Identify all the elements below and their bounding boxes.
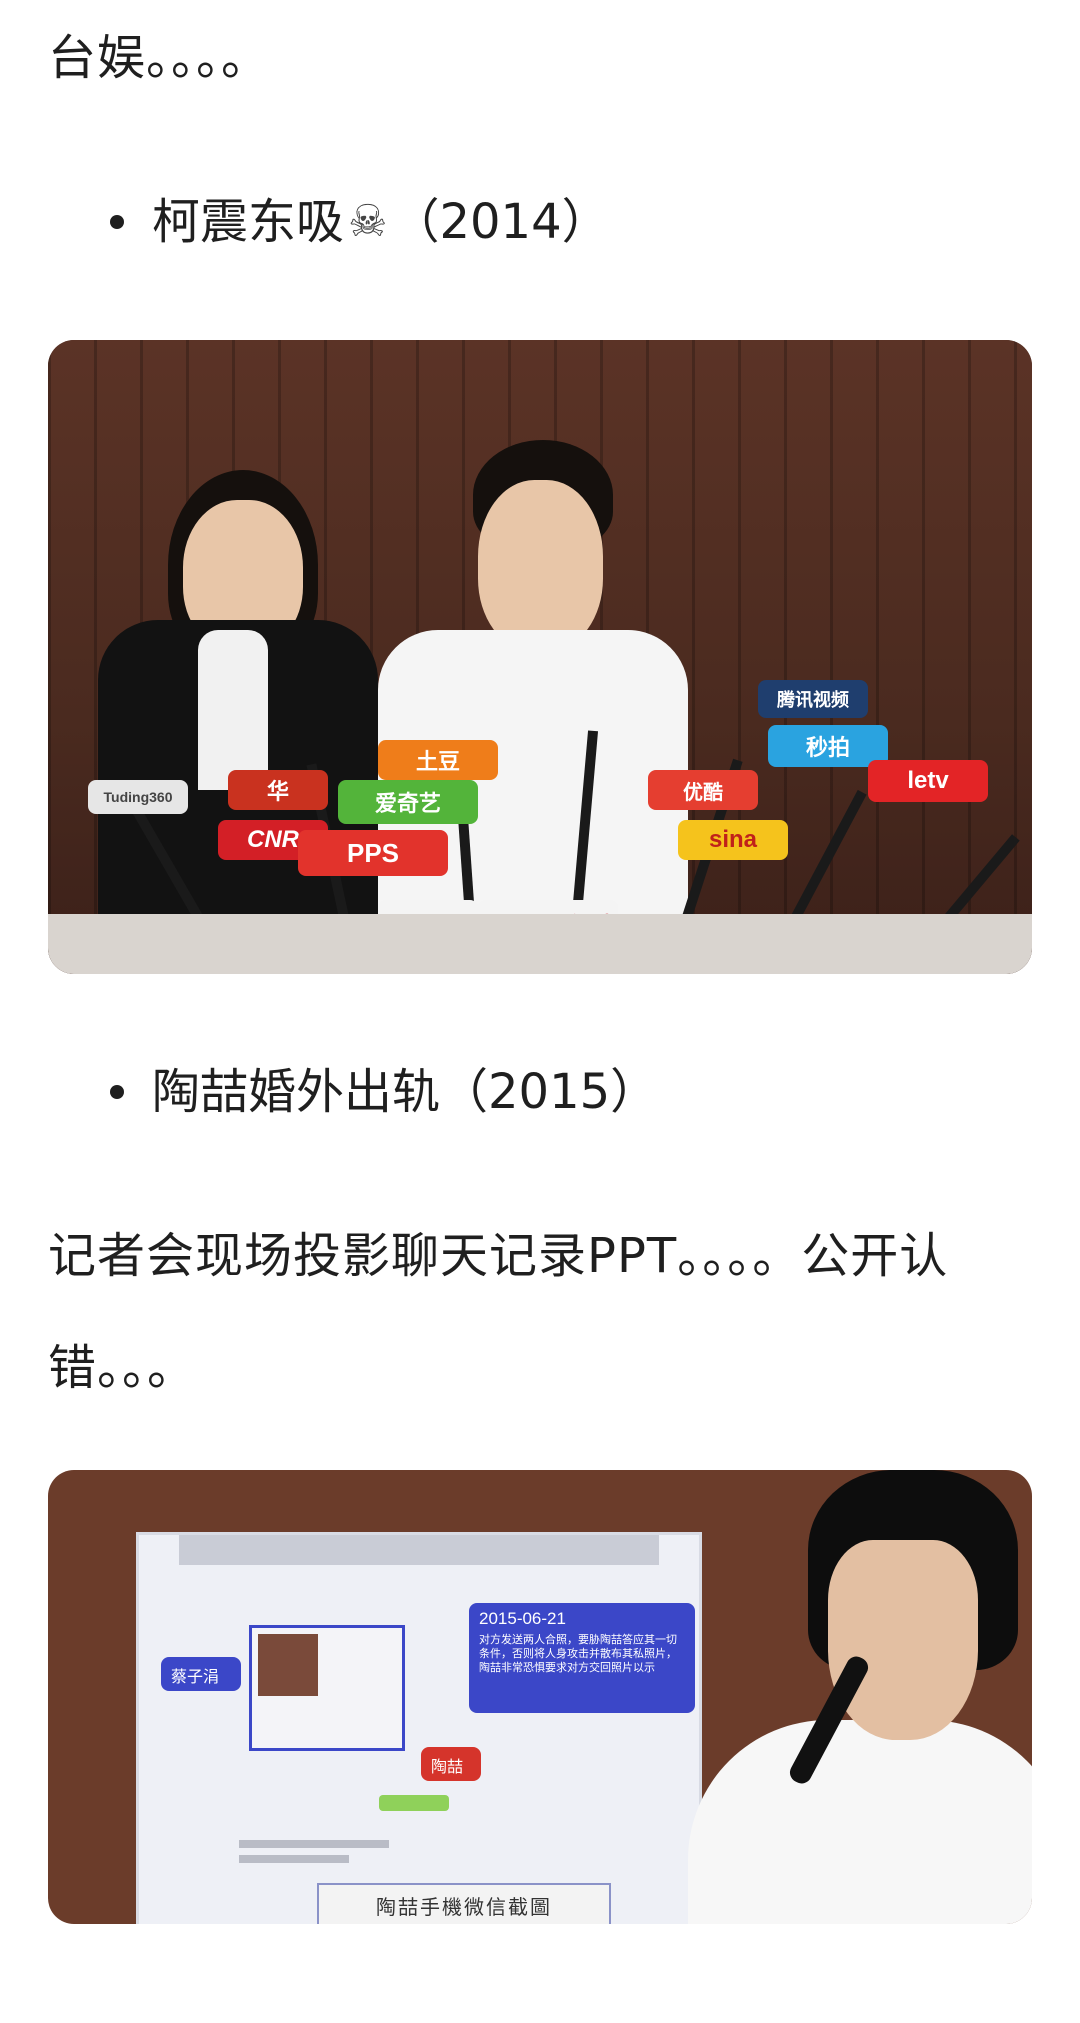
chat-bubble-blue: 2015-06-21 对方发送两人合照，要胁陶喆答应其一切条件，否则将人身攻击并…: [469, 1603, 695, 1713]
bullet-year: （2014）: [391, 194, 610, 250]
logo-youku-red: 优酷: [648, 770, 758, 810]
bullet-text: 陶喆婚外出轨（2015）: [152, 1064, 659, 1120]
speaker-face: [828, 1540, 978, 1740]
bullet-item-2015: 陶喆婚外出轨（2015）: [110, 1060, 658, 1124]
chat-date: 2015-06-21: [479, 1609, 566, 1628]
chat-label-red: 陶喆: [421, 1747, 481, 1781]
logo-tuding: Tuding360: [88, 780, 188, 814]
projection-screen: 2015-06-21 对方发送两人合照，要胁陶喆答应其一切条件，否则将人身攻击并…: [136, 1532, 702, 1924]
table-edge: [48, 914, 1032, 974]
intro-text: 台娱。。。。: [48, 30, 271, 86]
bullet-item-2014: 柯震东吸 ☠ （2014）: [110, 190, 610, 254]
chat-body: 对方发送两人合照，要胁陶喆答应其一切条件，否则将人身攻击并散布其私照片，陶喆非常…: [479, 1634, 677, 1674]
press-conference-photo[interactable]: 腾讯视频 秒拍 Tuding360 土豆 华 CNR 爱奇艺 PPS 优酷 si…: [48, 340, 1032, 974]
logo-letv: letv: [868, 760, 988, 802]
logo-pps: PPS: [298, 830, 448, 876]
speaker-body: [688, 1720, 1032, 1924]
ppt-projection-photo[interactable]: 2015-06-21 对方发送两人合照，要胁陶喆答应其一切条件，否则将人身攻击并…: [48, 1470, 1032, 1924]
chat-photo-frame: [249, 1625, 405, 1751]
bullet-dot: [110, 1085, 124, 1099]
logo-miaopai: 秒拍: [768, 725, 888, 767]
skull-crossbones-icon: ☠: [348, 196, 388, 247]
logo-tencent-video: 腾讯视频: [758, 680, 868, 718]
para-ppt: 记者会现场投影聊天记录PPT。。。。公开认错。。。: [48, 1228, 949, 1396]
logo-iqiyi: 爱奇艺: [338, 780, 478, 824]
bullet-dot: [110, 215, 124, 229]
bullet-text: 柯震东吸: [152, 194, 345, 250]
logo-sina: sina: [678, 820, 788, 860]
article-page: 台娱。。。。 柯震东吸 ☠ （2014） 腾讯视频 秒拍 Tuding360 土…: [0, 0, 1080, 2023]
logo-hua: 华: [228, 770, 328, 810]
logo-tudou: 土豆: [378, 740, 498, 780]
screen-caption: 陶喆手機微信截圖: [317, 1883, 611, 1924]
chat-label-left: 蔡子涓: [161, 1657, 241, 1691]
